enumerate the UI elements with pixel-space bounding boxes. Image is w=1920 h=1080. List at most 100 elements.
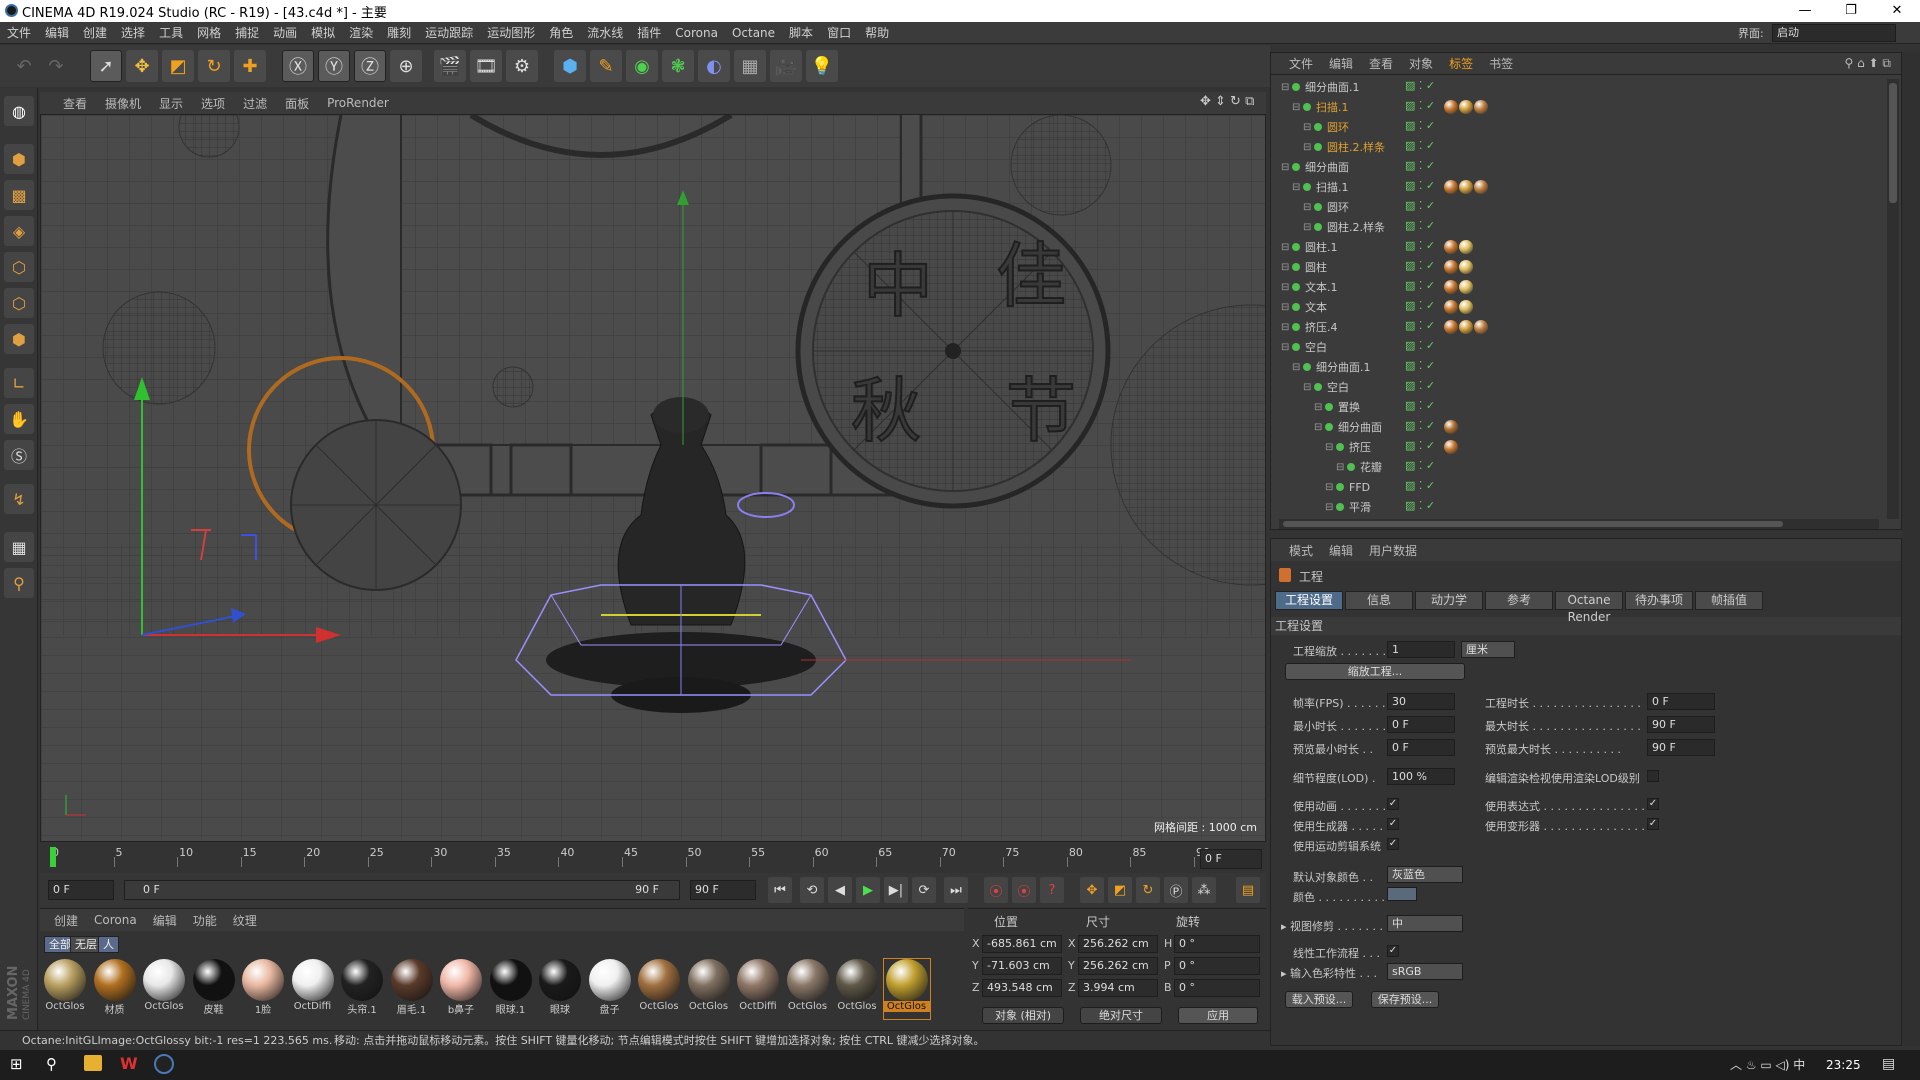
material-swatch[interactable]: 眉毛.1 [389, 959, 435, 1019]
menu-item[interactable]: Corona [668, 26, 725, 40]
material-swatch[interactable]: 盘子 [587, 959, 633, 1019]
visibility-toggles[interactable]: ▨ ⁚ ✓ [1405, 359, 1450, 375]
save-preset-button[interactable]: 保存预设... [1371, 991, 1439, 1008]
go-to-start-icon[interactable]: ⏮ [768, 877, 792, 903]
material-swatch[interactable]: OctGlos [882, 958, 931, 1020]
object-menu-item[interactable]: 对象 [1401, 55, 1441, 72]
expand-toggle-icon[interactable]: ⊟ [1281, 242, 1289, 253]
material-swatch[interactable]: OctGlos [42, 959, 88, 1019]
x-axis-lock-icon[interactable]: Ⓧ [282, 50, 314, 82]
attribute-tab[interactable]: 工程设置 [1275, 591, 1343, 610]
record-keys-icon[interactable]: ⦿ [984, 877, 1008, 903]
expand-toggle-icon[interactable]: ⊟ [1303, 142, 1311, 153]
menu-item[interactable]: 文件 [0, 24, 38, 41]
go-to-end-icon[interactable]: ⏭ [944, 877, 968, 903]
object-row[interactable]: ⊟ 细分曲面 ▨ ⁚ ✓ [1271, 417, 1885, 437]
size-mode-dropdown[interactable]: 绝对尺寸 [1080, 1007, 1162, 1024]
expand-toggle-icon[interactable]: ⊟ [1303, 222, 1311, 233]
material-swatch[interactable]: 眼球 [537, 959, 583, 1019]
min-time-field[interactable]: 0 F [1387, 716, 1455, 733]
timeline-ruler[interactable]: 051015202530354045505560657075808590 [40, 845, 1266, 869]
viewport-menu-item[interactable]: 面板 [276, 95, 318, 112]
object-row[interactable]: ⊟ 扫描.1 ▨ ⁚ ✓ [1271, 97, 1885, 117]
material-tag-icon[interactable] [1474, 320, 1488, 334]
light-icon[interactable]: 💡 [806, 50, 838, 82]
scale-icon[interactable]: ◩ [162, 50, 194, 82]
menu-item[interactable]: 动画 [266, 24, 304, 41]
snap-icon[interactable]: Ⓢ [4, 440, 34, 470]
material-swatch[interactable]: OctDiffi [290, 959, 336, 1019]
material-tag-icon[interactable] [1444, 240, 1458, 254]
menu-item[interactable]: 脚本 [782, 24, 820, 41]
octane-live-viewer-icon[interactable]: ◍ [4, 96, 34, 126]
edges-mode-icon[interactable]: ⬡ [4, 288, 34, 318]
attribute-menu-item[interactable]: 模式 [1281, 542, 1321, 559]
object-row[interactable]: ⊟ 空白 ▨ ⁚ ✓ [1271, 377, 1885, 397]
material-tag-icon[interactable] [1444, 320, 1458, 334]
object-row[interactable]: ⊟ 平滑 ▨ ⁚ ✓ [1271, 497, 1885, 517]
material-swatch[interactable]: OctGlos [636, 959, 682, 1019]
material-tag-icon[interactable] [1444, 440, 1458, 454]
visibility-toggles[interactable]: ▨ ⁚ ✓ [1405, 339, 1450, 355]
object-name[interactable]: 扫描.1 [1316, 99, 1349, 115]
attribute-tab[interactable]: 信息 [1345, 591, 1413, 610]
object-row[interactable]: ⊟ FFD ▨ ⁚ ✓ [1271, 477, 1885, 497]
menu-item[interactable]: 渲染 [342, 24, 380, 41]
object-menu-item[interactable]: 查看 [1361, 55, 1401, 72]
material-menu-item[interactable]: 编辑 [145, 912, 185, 929]
magnet-icon[interactable]: ↯ [4, 484, 34, 514]
visibility-toggles[interactable]: ▨ ⁚ ✓ [1405, 219, 1450, 235]
floor-icon[interactable]: ▦ [734, 50, 766, 82]
rotation-field[interactable]: 0 ° [1174, 935, 1260, 953]
position-field[interactable]: -685.861 cm [982, 935, 1062, 953]
wps-icon[interactable]: W [120, 1054, 138, 1073]
start-frame-field[interactable]: 0 F [48, 880, 114, 900]
subdivision-surface-icon[interactable]: ◉ [626, 50, 658, 82]
axis-mode-icon[interactable]: ∟ [4, 368, 34, 398]
expand-toggle-icon[interactable]: ⊟ [1281, 162, 1289, 173]
object-name[interactable]: 圆柱 [1305, 259, 1327, 275]
menu-item[interactable]: 运动图形 [480, 24, 542, 41]
visibility-toggles[interactable]: ▨ ⁚ ✓ [1405, 199, 1450, 215]
visibility-toggles[interactable]: ▨ ⁚ ✓ [1405, 139, 1450, 155]
expand-toggle-icon[interactable]: ⊟ [1292, 362, 1300, 373]
duration-field[interactable]: 0 F [1647, 693, 1715, 710]
material-swatch[interactable]: 头帘.1 [339, 959, 385, 1019]
object-name[interactable]: 圆柱.2.样条 [1327, 219, 1385, 235]
undo-icon[interactable]: ↶ [8, 50, 40, 82]
rotation-field[interactable]: 0 ° [1174, 979, 1260, 997]
material-tag-icon[interactable] [1444, 260, 1458, 274]
menu-item[interactable]: 角色 [542, 24, 580, 41]
material-tag-icon[interactable] [1474, 100, 1488, 114]
tweak-mode-icon[interactable]: ✋ [4, 404, 34, 434]
expand-toggle-icon[interactable]: ⊟ [1303, 202, 1311, 213]
position-field[interactable]: -71.603 cm [982, 957, 1062, 975]
object-row[interactable]: ⊟ 置换 ▨ ⁚ ✓ [1271, 397, 1885, 417]
object-name[interactable]: 挤压 [1349, 439, 1371, 455]
object-menu-item[interactable]: 文件 [1281, 55, 1321, 72]
material-swatch[interactable]: 皮鞋 [191, 959, 237, 1019]
expand-toggle-icon[interactable]: ⊟ [1325, 442, 1333, 453]
key-rotation-icon[interactable]: ↻ [1136, 877, 1160, 903]
menu-item[interactable]: 编辑 [38, 24, 76, 41]
expand-toggle-icon[interactable]: ⊟ [1292, 102, 1300, 113]
menu-item[interactable]: 运动跟踪 [418, 24, 480, 41]
recent-tool-icon[interactable]: ✚ [234, 50, 266, 82]
autokey-icon[interactable]: ⦿ [1012, 877, 1036, 903]
object-row[interactable]: ⊟ 文本 ▨ ⁚ ✓ [1271, 297, 1885, 317]
attribute-tab[interactable]: Octane Render [1555, 591, 1623, 624]
viewport-menu-item[interactable]: 显示 [150, 95, 192, 112]
viewport-nav-icons[interactable]: ✥ ⇕ ↻ ⧉ [1200, 94, 1254, 109]
material-tag-icon[interactable] [1444, 300, 1458, 314]
size-field[interactable]: 256.262 cm [1078, 957, 1158, 975]
menu-item[interactable]: 窗口 [820, 24, 858, 41]
material-tag-icon[interactable] [1459, 260, 1473, 274]
menu-item[interactable]: 流水线 [580, 24, 630, 41]
system-tray-icons[interactable]: ︿ ♨ ▭ ◁) 中 [1730, 1056, 1805, 1073]
material-menu-item[interactable]: 纹理 [225, 912, 265, 929]
material-tag-icon[interactable] [1459, 320, 1473, 334]
play-icon[interactable]: ▶ [856, 877, 880, 903]
expand-toggle-icon[interactable]: ⊟ [1281, 322, 1289, 333]
material-tag-icon[interactable] [1444, 280, 1458, 294]
notification-icon[interactable]: ▤ [1882, 1056, 1895, 1072]
